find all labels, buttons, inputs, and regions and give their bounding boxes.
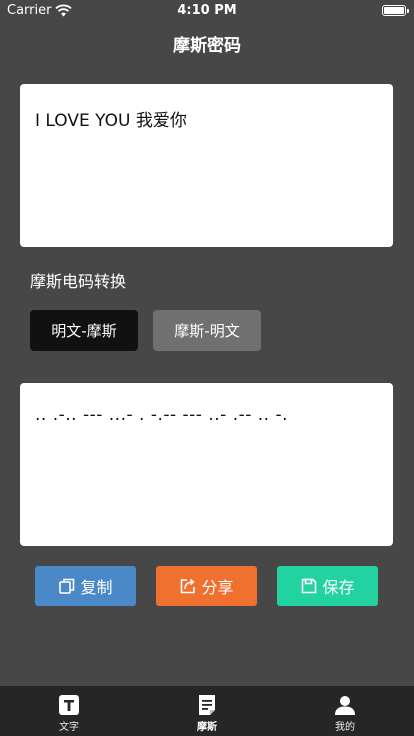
person-icon [335, 696, 355, 715]
tab-text-label: 文字 [59, 722, 79, 733]
save-label: 保存 [322, 578, 355, 597]
tab-morse-label: 摩斯 [197, 722, 217, 733]
text-t-icon [59, 695, 79, 715]
screen: Carrier 4:10 PM 摩斯密码 I LOVE YOU 我爱你 摩斯电码… [0, 0, 414, 736]
battery-icon [382, 5, 409, 16]
section-title: 摩斯电码转换 [30, 272, 127, 291]
share-label: 分享 [201, 578, 234, 597]
mode-button-text-to-morse[interactable]: 明文-摩斯 [30, 310, 138, 351]
tab-morse[interactable]: 摩斯 [138, 686, 276, 736]
copy-icon [59, 578, 75, 594]
share-icon [181, 578, 196, 594]
tab-bar: 文字 摩斯 我的 [0, 686, 414, 736]
status-time: 4:10 PM [177, 3, 237, 18]
tab-text[interactable]: 文字 [0, 686, 138, 736]
share-button[interactable]: 分享 [156, 566, 257, 606]
document-icon [199, 695, 215, 715]
status-bar: Carrier 4:10 PM [0, 0, 414, 22]
save-button[interactable]: 保存 [277, 566, 378, 606]
morse-output[interactable]: .. .-.. --- ...- . -.-- --- ..- .-- .. -… [20, 383, 393, 546]
plaintext-input[interactable]: I LOVE YOU 我爱你 [20, 84, 393, 247]
tab-profile-label: 我的 [335, 722, 355, 733]
tab-profile[interactable]: 我的 [276, 686, 414, 736]
plaintext-input-value: I LOVE YOU 我爱你 [35, 111, 187, 131]
mode-button-morse-to-text[interactable]: 摩斯-明文 [153, 310, 261, 351]
page-title: 摩斯密码 [173, 36, 241, 56]
morse-output-value: .. .-.. --- ...- . -.-- --- ..- .-- .. -… [35, 405, 289, 425]
save-icon [302, 578, 317, 594]
copy-label: 复制 [80, 578, 113, 597]
copy-button[interactable]: 复制 [35, 566, 136, 606]
